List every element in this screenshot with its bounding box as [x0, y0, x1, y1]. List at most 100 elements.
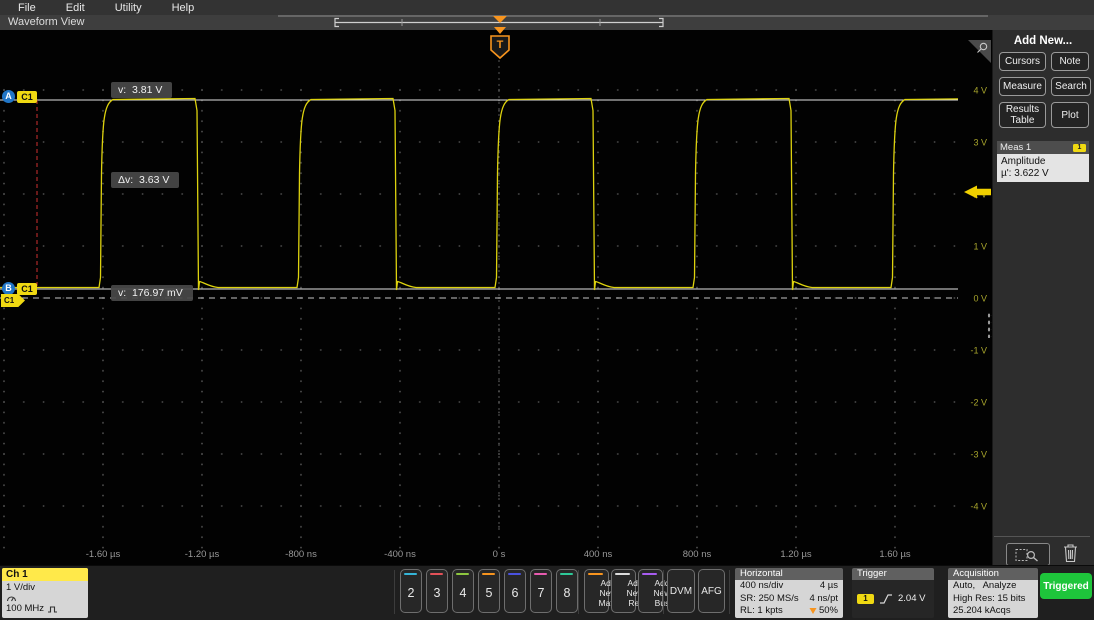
channel6-color-stripe — [508, 573, 521, 576]
channel1-bandwidth: 100 MHz — [6, 603, 44, 615]
trigger-badge[interactable]: Trigger 1 2.04 V — [852, 568, 934, 618]
channel7-color-stripe — [534, 573, 547, 576]
results-table-button[interactable]: Results Table — [999, 102, 1046, 128]
trigger-status-indicator: Triggered — [1040, 573, 1092, 599]
y-label: -4 V — [970, 502, 987, 512]
waveform-display[interactable]: 4 V 3 V 2 V 1 V 0 V -1 V -2 V -3 V -4 V … — [0, 30, 992, 565]
x-label: 1.20 µs — [780, 549, 812, 560]
add-new-bus-button[interactable]: Add New Bus — [638, 569, 663, 613]
afg-button[interactable]: AFG — [698, 569, 725, 613]
cursors-button[interactable]: Cursors — [999, 52, 1046, 71]
note-button[interactable]: Note — [1051, 52, 1089, 71]
measure-button[interactable]: Measure — [999, 77, 1046, 96]
coupling-icon — [6, 594, 17, 603]
meas1-value: µ': 3.622 V — [1001, 168, 1085, 180]
channel6-button[interactable]: 6 — [504, 569, 526, 613]
position-marker-icon — [809, 607, 817, 615]
ref-color-stripe — [615, 573, 630, 576]
horizontal-window: 4 µs — [820, 580, 838, 593]
acquisition-count: 25.204 kAcqs — [953, 605, 1033, 618]
acquisition-mode: Auto, Analyze — [953, 580, 1033, 593]
settings-bar: Ch 1 1 V/div 100 MHz 2 3 — [0, 565, 1094, 620]
cursor-a-readout[interactable]: v: 3.81 V — [111, 82, 172, 98]
channel8-color-stripe — [560, 573, 573, 576]
cursor-a-badge[interactable]: A — [2, 90, 15, 103]
meas1-title: Meas 1 — [1000, 142, 1031, 153]
channel7-button[interactable]: 7 — [530, 569, 552, 613]
search-button[interactable]: Search — [1051, 77, 1091, 96]
tab-waveform-view[interactable]: Waveform View — [8, 16, 84, 28]
cursor-b-source-chip[interactable]: C1 — [17, 283, 37, 295]
trigger-flag-letter: T — [497, 39, 504, 51]
y-label: 3 V — [973, 138, 987, 148]
channel8-button[interactable]: 8 — [556, 569, 578, 613]
math-color-stripe — [588, 573, 603, 576]
channel5-button[interactable]: 5 — [478, 569, 500, 613]
horizontal-position: 50% — [819, 605, 838, 618]
trigger-position-flag[interactable]: T — [486, 14, 514, 62]
meas1-source-chip: 1 — [1073, 144, 1086, 152]
channel5-label: 5 — [479, 586, 499, 600]
zoom-box-icon — [1013, 547, 1043, 563]
trigger-title: Trigger — [852, 568, 934, 580]
record-length: RL: 1 kpts — [740, 605, 783, 618]
menu-help[interactable]: Help — [172, 2, 195, 14]
channel2-color-stripe — [404, 573, 417, 576]
menu-utility[interactable]: Utility — [115, 2, 142, 14]
separator — [394, 570, 395, 614]
channel7-label: 7 — [531, 586, 551, 600]
channel4-label: 4 — [453, 586, 473, 600]
channel1-badge[interactable]: Ch 1 1 V/div 100 MHz — [2, 568, 88, 618]
menu-file[interactable]: File — [18, 2, 36, 14]
x-label: -400 ns — [384, 549, 416, 560]
acquisition-badge[interactable]: Acquisition Auto, Analyze High Res: 15 b… — [948, 568, 1038, 618]
cursor-b-readout[interactable]: v: 176.97 mV — [111, 285, 193, 301]
graticule-dots-vertical — [0, 84, 958, 550]
x-axis-labels: -1.60 µs -1.20 µs -800 ns -400 ns 0 s 40… — [86, 549, 911, 560]
acquisition-title: Acquisition — [948, 568, 1038, 580]
x-label: 800 ns — [683, 549, 712, 560]
channel4-color-stripe — [456, 573, 469, 576]
zoom-corner-handle[interactable] — [968, 40, 991, 63]
meas1-header[interactable]: Meas 1 1 — [997, 141, 1089, 154]
cursor-a-source-chip[interactable]: C1 — [17, 91, 37, 103]
add-new-math-button[interactable]: Add New Math — [584, 569, 609, 613]
horizontal-badge[interactable]: Horizontal 400 ns/div4 µs SR: 250 MS/s4 … — [735, 568, 843, 618]
meas1-card[interactable]: Amplitude µ': 3.622 V — [997, 154, 1089, 182]
plot-button[interactable]: Plot — [1051, 102, 1089, 128]
cursor-b-badge[interactable]: B — [2, 282, 15, 295]
dvm-button[interactable]: DVM — [667, 569, 695, 613]
channel2-button[interactable]: 2 — [400, 569, 422, 613]
trash-button[interactable] — [1062, 542, 1079, 564]
record-overview-minimap[interactable] — [270, 14, 994, 30]
trigger-level: 2.04 V — [898, 593, 925, 606]
rising-edge-icon — [879, 593, 893, 605]
channel1-scale: 1 V/div — [2, 582, 88, 594]
x-label: 400 ns — [584, 549, 613, 560]
channel6-label: 6 — [505, 586, 525, 600]
sample-interval: 4 ns/pt — [809, 593, 838, 606]
zoom-mode-button[interactable] — [1006, 543, 1050, 566]
results-table-line1: Results — [1006, 104, 1039, 115]
channel3-color-stripe — [430, 573, 443, 576]
separator — [729, 570, 730, 614]
channel4-button[interactable]: 4 — [452, 569, 474, 613]
horizontal-title: Horizontal — [735, 568, 843, 580]
channel3-label: 3 — [427, 586, 447, 600]
meas1-type: Amplitude — [1001, 156, 1085, 168]
cursor-delta-readout[interactable]: Δv: 3.63 V — [111, 172, 179, 188]
channel8-label: 8 — [557, 586, 577, 600]
channel2-label: 2 — [401, 586, 421, 600]
separator — [663, 570, 664, 614]
probe-icon — [47, 605, 58, 614]
channel3-button[interactable]: 3 — [426, 569, 448, 613]
add-new-ref-button[interactable]: Add New Ref — [611, 569, 636, 613]
menu-edit[interactable]: Edit — [66, 2, 85, 14]
horizontal-scale: 400 ns/div — [740, 580, 783, 593]
acquisition-resolution: High Res: 15 bits — [953, 593, 1033, 606]
trigger-mid-marker-icon — [494, 27, 506, 34]
x-label: 0 s — [493, 549, 506, 560]
panel-divider — [994, 536, 1090, 537]
y-label: 4 V — [973, 86, 987, 96]
menu-bar: File Edit Utility Help — [0, 0, 1094, 15]
